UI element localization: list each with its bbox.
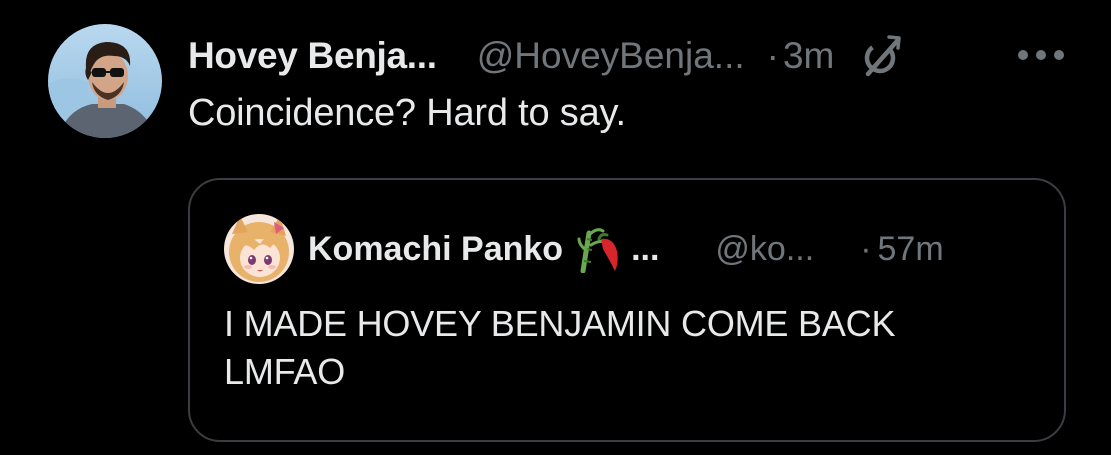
tweet[interactable]: Hovey Benja... @HoveyBenja... · 3m Coinc… [0, 0, 1111, 455]
tweet-header: Hovey Benja... @HoveyBenja... · 3m [188, 30, 906, 82]
more-dot [1036, 50, 1046, 60]
author-handle[interactable]: @HoveyBenja... [477, 35, 745, 77]
more-dot [1018, 50, 1028, 60]
quoted-tweet[interactable]: Komachi Panko ... @ko... · 57m I MADE HO… [188, 178, 1066, 442]
tweet-text: Coincidence? Hard to say. [188, 92, 626, 134]
bamboo-chili-emoji-icon [575, 225, 623, 274]
quoted-separator-dot: · [860, 229, 872, 268]
quoted-name-ellipsis: ... [631, 229, 660, 268]
quoted-tweet-header: Komachi Panko ... @ko... · 57m [308, 222, 944, 276]
timestamp[interactable]: 3m [783, 35, 834, 77]
more-icon[interactable] [1018, 48, 1064, 62]
quoted-timestamp[interactable]: 57m [878, 230, 944, 269]
author-avatar-icon[interactable] [48, 24, 162, 138]
quoted-author-name[interactable]: Komachi Panko [308, 230, 563, 269]
more-dot [1054, 50, 1064, 60]
separator-dot: · [766, 35, 779, 76]
quoted-author-avatar-icon[interactable] [224, 214, 294, 284]
author-name[interactable]: Hovey Benja... [188, 35, 437, 77]
quoted-author-handle[interactable]: @ko... [715, 230, 814, 269]
grok-icon[interactable] [858, 32, 906, 80]
quoted-tweet-text: I MADE HOVEY BENJAMIN COME BACK LMFAO [224, 303, 896, 392]
